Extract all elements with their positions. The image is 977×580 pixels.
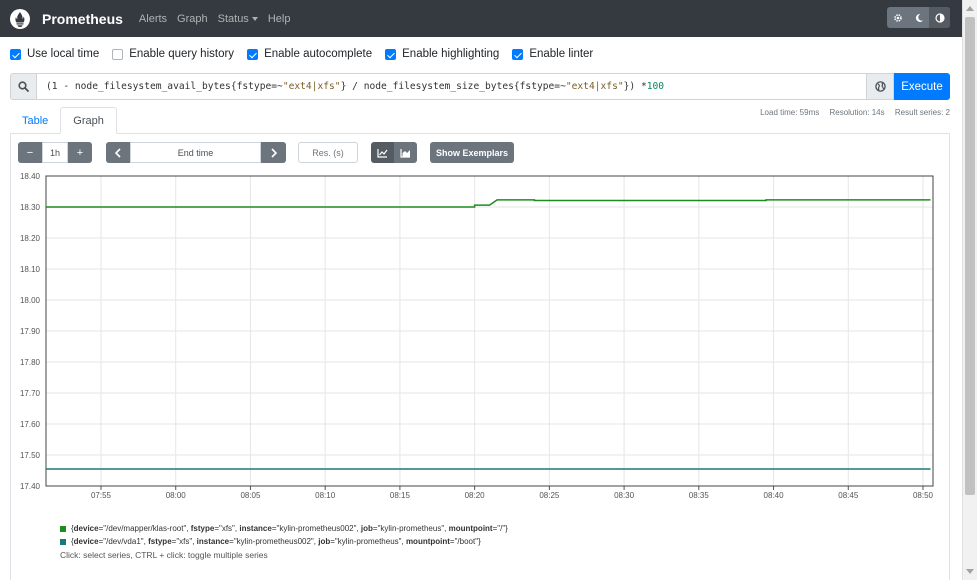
scroll-down-icon[interactable] <box>966 569 974 574</box>
y-tick-label: 17.80 <box>20 358 41 367</box>
scroll-thumb[interactable] <box>965 17 975 495</box>
x-tick-label: 08:35 <box>689 491 710 500</box>
legend-label-value: ="/" <box>492 524 506 533</box>
x-tick-label: 08:45 <box>838 491 859 500</box>
legend-label-key: instance <box>239 524 272 533</box>
legend-label-key: mountpoint <box>448 524 493 533</box>
x-tick-label: 08:00 <box>166 491 187 500</box>
series-line-1 <box>46 199 931 208</box>
scroll-up-icon[interactable] <box>966 6 974 11</box>
y-tick-label: 18.20 <box>20 234 41 243</box>
legend-label-key: fstype <box>190 524 215 533</box>
y-tick-label: 17.40 <box>20 482 41 491</box>
x-tick-label: 08:15 <box>390 491 411 500</box>
x-tick-label: 08:20 <box>465 491 486 500</box>
legend-label-value: ="/boot" <box>449 537 479 546</box>
legend-swatch <box>60 538 66 545</box>
y-tick-label: 18.30 <box>20 203 41 212</box>
legend-label-value: ="kylin-prometheus002" <box>229 537 314 546</box>
page-scrollbar[interactable] <box>962 0 977 580</box>
x-tick-label: 08:40 <box>764 491 785 500</box>
legend-label-key: device <box>73 524 99 533</box>
legend-item[interactable]: {device="/dev/mapper/klas-root", fstype=… <box>60 522 508 535</box>
legend-label-key: job <box>360 524 373 533</box>
legend-label-key: mountpoint <box>405 537 450 546</box>
y-tick-label: 17.60 <box>20 420 41 429</box>
x-tick-label: 08:10 <box>315 491 336 500</box>
legend-label-value: ="/dev/vda1" <box>98 537 144 546</box>
x-tick-label: 08:05 <box>240 491 261 500</box>
legend-label-value: ="xfs" <box>214 524 235 533</box>
x-tick-label: 08:50 <box>913 491 934 500</box>
legend-label-value: ="kylin-prometheus" <box>330 537 402 546</box>
legend-labels: {device="/dev/vda1", fstype="xfs", insta… <box>71 537 481 546</box>
legend-label-value: ="kylin-prometheus002" <box>271 524 357 533</box>
y-tick-label: 17.70 <box>20 389 41 398</box>
legend-label-key: fstype <box>148 537 172 546</box>
legend-item[interactable]: {device="/dev/vda1", fstype="xfs", insta… <box>60 535 508 548</box>
graph-chart[interactable]: 18.40 18.30 18.20 18.10 18.00 17.90 17.80 17.70… <box>0 0 962 520</box>
legend-label-key: job <box>318 537 331 546</box>
x-tick-label: 08:30 <box>614 491 635 500</box>
legend-label-value: ="/dev/mapper/klas-root" <box>98 524 187 533</box>
legend-swatch <box>60 525 66 532</box>
y-tick-label: 18.00 <box>20 296 41 305</box>
y-tick-label: 18.40 <box>20 172 41 181</box>
x-tick-label: 08:25 <box>539 491 560 500</box>
y-tick-label: 17.90 <box>20 327 41 336</box>
legend-label-key: instance <box>196 537 230 546</box>
x-tick-label: 07:55 <box>91 491 112 500</box>
y-tick-label: 18.10 <box>20 265 41 274</box>
legend-label-value: ="xfs" <box>171 537 193 546</box>
graph-legend: {device="/dev/mapper/klas-root", fstype=… <box>60 522 508 548</box>
y-tick-label: 17.50 <box>20 451 41 460</box>
legend-labels: {device="/dev/mapper/klas-root", fstype=… <box>71 524 508 533</box>
legend-label-value: ="kylin-prometheus" <box>372 524 445 533</box>
legend-label-key: device <box>73 537 99 546</box>
legend-hint: Click: select series, CTRL + click: togg… <box>60 550 268 560</box>
tab-graph[interactable]: Graph <box>60 107 117 134</box>
